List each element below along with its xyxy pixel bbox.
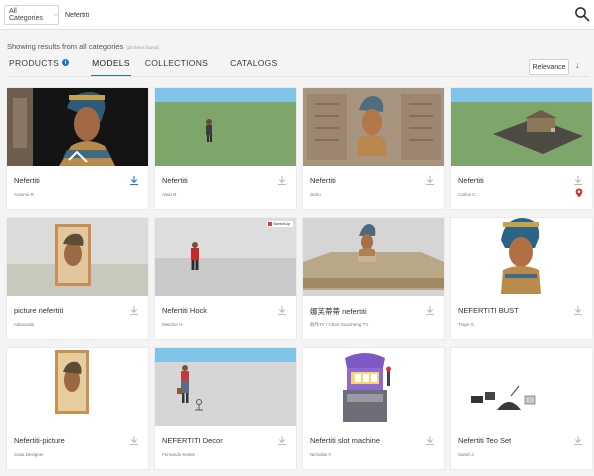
model-card[interactable]: Nefertiti isidro [303, 88, 444, 209]
download-icon[interactable] [425, 305, 435, 316]
tab-divider [9, 76, 589, 77]
sort-select[interactable]: Relevance [529, 59, 569, 75]
model-card[interactable]: picture nefertiti rubiounda [7, 218, 148, 339]
model-title: Nefertiti Hock [162, 306, 208, 315]
model-author[interactable]: Fernando Kestin [162, 452, 195, 457]
model-title: Nefertiti-picture [14, 436, 65, 445]
search-input[interactable] [65, 5, 545, 25]
chevron-down-icon: ⌵ [53, 11, 58, 18]
model-title: Nefertiti Teo Set [458, 436, 512, 445]
download-icon[interactable] [425, 435, 435, 446]
model-author[interactable]: rubiounda [14, 322, 34, 327]
model-author[interactable]: Meichor H. [162, 322, 184, 327]
model-thumbnail: SketchUp [155, 218, 296, 296]
model-author[interactable]: Alain B. [162, 192, 178, 197]
model-title: NEFERTITI BUST [458, 306, 519, 315]
results-count: (20 items found) [126, 45, 159, 50]
model-card[interactable]: Nefertiti Antonio R. [7, 88, 148, 209]
tab-collections-label: COLLECTIONS [144, 58, 209, 68]
model-card[interactable]: Nefertiti slot machine Nicholas F. [303, 348, 444, 469]
download-icon[interactable] [573, 175, 583, 186]
model-thumbnail [155, 348, 296, 426]
model-card[interactable]: NEFERTITI BUST Tioge G. [451, 218, 592, 339]
model-card[interactable]: 娜芙蒂蒂 nefertiti 創作TV / Chen Guocheng TV [303, 218, 444, 339]
model-thumbnail [7, 88, 148, 166]
download-icon[interactable] [573, 435, 583, 446]
tab-catalogs-label: CATALOGS [230, 58, 278, 68]
tab-models[interactable]: MODELS [91, 58, 131, 76]
sketchup-badge: SketchUp [273, 221, 291, 226]
model-card[interactable]: Nefertiti Carlos C. [451, 88, 592, 209]
download-icon[interactable] [277, 435, 287, 446]
model-title: Nefertiti [14, 176, 40, 185]
model-author[interactable]: 創作TV / Chen Guocheng TV [310, 322, 368, 328]
model-title: NEFERTITI Decor [162, 436, 223, 445]
search-bar: All Categories ⌵ [0, 0, 594, 30]
model-author[interactable]: Nicholas F. [310, 452, 332, 457]
download-icon[interactable] [573, 305, 583, 316]
model-title: Nefertiti [458, 176, 484, 185]
model-thumbnail [303, 218, 444, 296]
model-thumbnail [303, 348, 444, 426]
model-thumbnail [451, 218, 592, 296]
model-card[interactable]: SketchUp Nefertiti Hock Meichor H. [155, 218, 296, 339]
model-author[interactable]: Antonio R. [14, 192, 35, 197]
tab-catalogs[interactable]: CATALOGS [230, 58, 277, 76]
sort-label: Relevance [532, 63, 566, 71]
tab-products-label: PRODUCTS [9, 58, 60, 68]
model-thumbnail [7, 348, 148, 426]
model-title: 娜芙蒂蒂 nefertiti [310, 307, 367, 316]
download-icon[interactable] [129, 175, 139, 186]
category-select-label: All Categories [9, 8, 43, 22]
category-select[interactable]: All Categories ⌵ [4, 5, 59, 25]
sort-direction-icon[interactable]: ↓ [575, 60, 580, 70]
model-title: Nefertiti [310, 176, 336, 185]
model-thumbnail [451, 88, 592, 166]
model-thumbnail [451, 348, 592, 426]
search-icon[interactable] [574, 6, 590, 22]
download-icon[interactable] [277, 175, 287, 186]
model-card[interactable]: Nefertiti Teo Set Sarah J. [451, 348, 592, 469]
model-author[interactable]: isidro [310, 192, 321, 197]
model-author[interactable]: Carlos C. [458, 192, 477, 197]
location-pin-icon [575, 188, 583, 198]
tab-models-label: MODELS [92, 58, 130, 68]
model-thumbnail [303, 88, 444, 166]
model-card[interactable]: NEFERTITI Decor Fernando Kestin [155, 348, 296, 469]
model-thumbnail [7, 218, 148, 296]
model-card[interactable]: Nefertiti Alain B. [155, 88, 296, 209]
tab-bar: PRODUCTS i MODELS COLLECTIONS CATALOGS [9, 58, 300, 76]
model-title: Nefertiti [162, 176, 188, 185]
model-author[interactable]: Tioge G. [458, 322, 475, 327]
model-author[interactable]: Casa Designer [14, 452, 44, 457]
download-icon[interactable] [277, 305, 287, 316]
model-author[interactable]: Sarah J. [458, 452, 475, 457]
tab-products[interactable]: PRODUCTS i [9, 58, 70, 76]
tab-collections[interactable]: COLLECTIONS [145, 58, 208, 76]
download-icon[interactable] [425, 175, 435, 186]
model-title: Nefertiti slot machine [310, 436, 381, 445]
results-summary: Showing results from all categories (20 i… [7, 42, 159, 51]
results-summary-text: Showing results from all categories [7, 42, 124, 51]
model-card[interactable]: Nefertiti-picture Casa Designer [7, 348, 148, 469]
download-icon[interactable] [129, 435, 139, 446]
model-title: picture nefertiti [14, 306, 64, 315]
model-thumbnail [155, 88, 296, 166]
download-icon[interactable] [129, 305, 139, 316]
info-icon[interactable]: i [62, 59, 70, 66]
